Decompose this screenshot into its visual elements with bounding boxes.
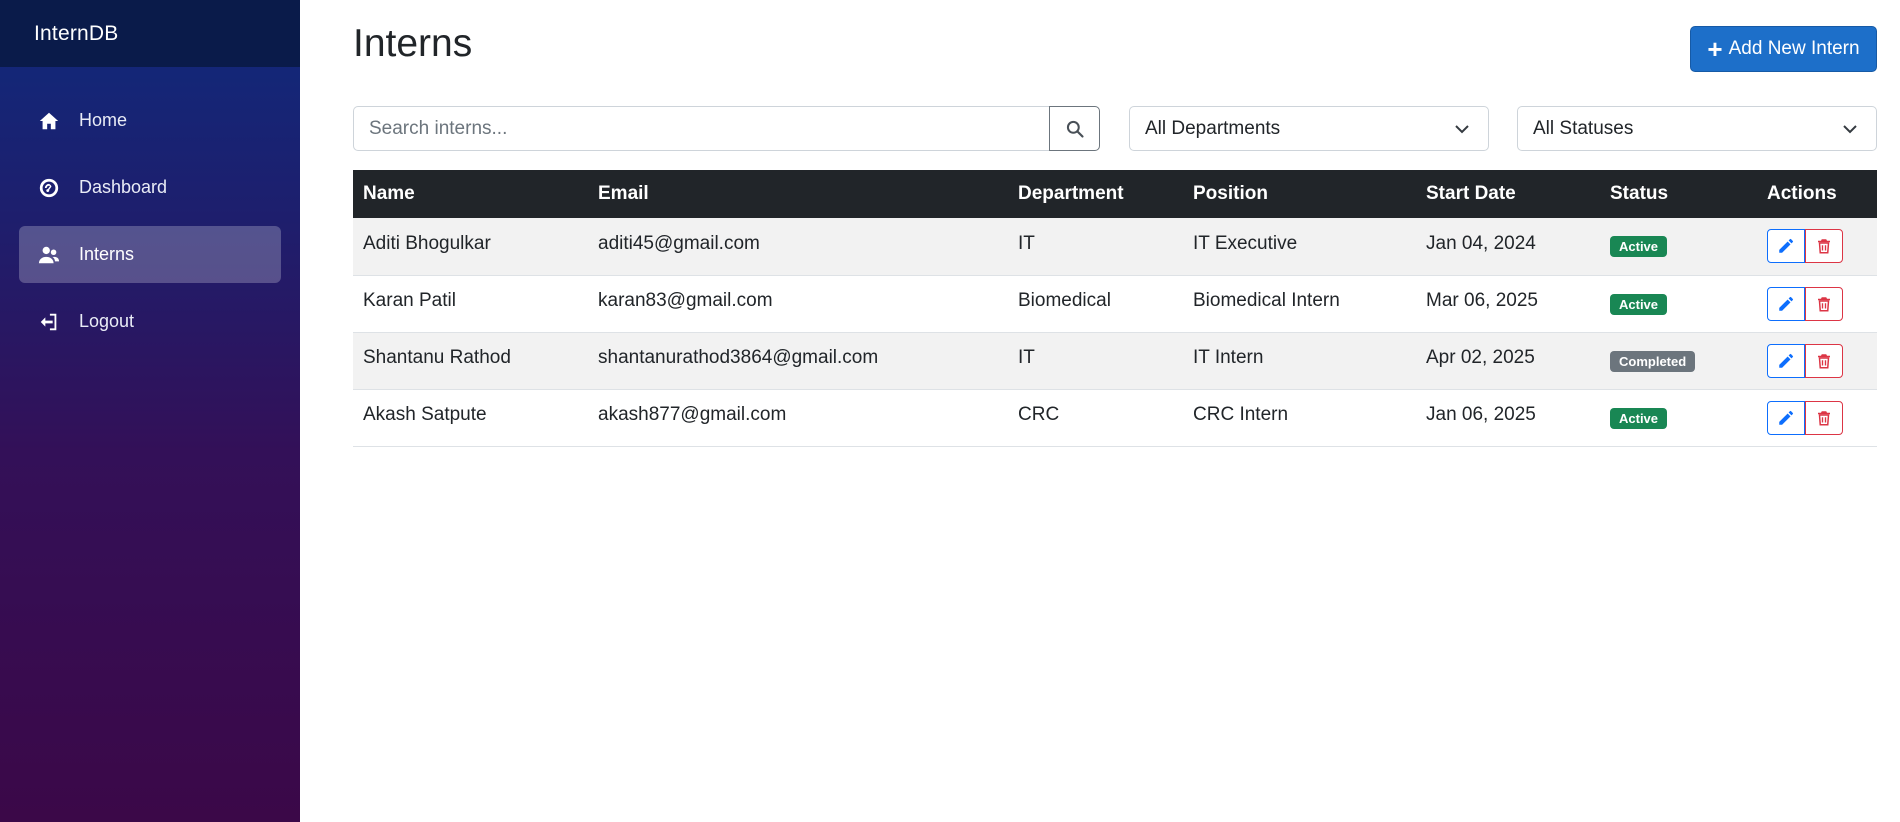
table-row[interactable]: Aditi Bhogulkar aditi45@gmail.com IT IT … — [353, 218, 1877, 275]
cell-start-date: Jan 04, 2024 — [1426, 232, 1536, 254]
page-title: Interns — [353, 22, 473, 65]
column-header-department[interactable]: Department — [1008, 170, 1183, 218]
cell-name: Shantanu Rathod — [363, 347, 511, 368]
status-badge: Active — [1610, 407, 1668, 429]
department-select-value: All Departments — [1145, 117, 1281, 139]
search-input[interactable] — [353, 106, 1049, 151]
column-header-status[interactable]: Status — [1600, 170, 1757, 218]
cell-status: Active — [1600, 218, 1757, 275]
search-group — [353, 106, 1100, 151]
cell-start-date: Jan 06, 2025 — [1426, 404, 1536, 425]
delete-button[interactable] — [1805, 229, 1843, 264]
delete-button[interactable] — [1805, 343, 1843, 378]
cell-actions — [1757, 332, 1877, 389]
trash-icon — [1818, 296, 1830, 311]
cell-department: IT — [1018, 232, 1035, 254]
search-button[interactable] — [1049, 106, 1100, 151]
interns-table: Name Email Department Position Start Dat… — [353, 170, 1877, 447]
table-row[interactable]: Shantanu Rathod shantanurathod3864@gmail… — [353, 332, 1877, 389]
home-icon — [37, 109, 61, 133]
logout-icon — [37, 310, 61, 334]
cell-position: CRC Intern — [1193, 404, 1289, 425]
sidebar-item-home[interactable]: Home — [19, 92, 281, 149]
table-row[interactable]: Karan Patil karan83@gmail.com Biomedical… — [353, 275, 1877, 332]
pencil-icon — [1779, 410, 1794, 425]
dashboard-icon — [37, 176, 61, 200]
pencil-icon — [1779, 296, 1794, 311]
sidebar-item-label: Dashboard — [79, 177, 168, 197]
sidebar: InternDB Home Dashboard Interns Logout — [0, 0, 300, 822]
cell-actions — [1757, 389, 1877, 446]
cell-name: Aditi Bhogulkar — [363, 232, 491, 254]
sidebar-item-label: Home — [79, 110, 128, 130]
column-header-email[interactable]: Email — [588, 170, 1008, 218]
column-header-position[interactable]: Position — [1183, 170, 1416, 218]
edit-button[interactable] — [1767, 286, 1805, 321]
cell-email: aditi45@gmail.com — [598, 232, 760, 254]
cell-department: IT — [1018, 347, 1035, 368]
edit-button[interactable] — [1767, 229, 1805, 264]
status-select[interactable]: All Statuses — [1517, 106, 1877, 151]
plus-icon: + — [1707, 34, 1723, 64]
pencil-icon — [1779, 353, 1794, 368]
chevron-down-icon — [1455, 125, 1469, 134]
brand-logo[interactable]: InternDB — [0, 0, 300, 67]
sidebar-nav: Home Dashboard Interns Logout — [0, 92, 300, 350]
search-icon — [1066, 120, 1084, 138]
trash-icon — [1818, 239, 1830, 254]
cell-start-date: Mar 06, 2025 — [1426, 290, 1538, 311]
cell-status: Completed — [1600, 332, 1757, 389]
pencil-icon — [1779, 239, 1794, 253]
status-select-value: All Statuses — [1533, 117, 1634, 139]
sidebar-item-dashboard[interactable]: Dashboard — [19, 159, 281, 216]
add-intern-label: Add New Intern — [1728, 38, 1860, 59]
delete-button[interactable] — [1805, 400, 1843, 435]
trash-icon — [1818, 410, 1830, 425]
cell-status: Active — [1600, 389, 1757, 446]
cell-department: Biomedical — [1018, 290, 1111, 311]
status-badge: Completed — [1610, 350, 1696, 372]
cell-email: shantanurathod3864@gmail.com — [598, 347, 879, 368]
cell-email: karan83@gmail.com — [598, 290, 773, 311]
column-header-name[interactable]: Name — [353, 170, 588, 218]
chevron-down-icon — [1843, 125, 1857, 134]
users-icon — [37, 243, 61, 267]
table-row[interactable]: Akash Satpute akash877@gmail.com CRC CRC… — [353, 389, 1877, 446]
sidebar-item-interns[interactable]: Interns — [19, 226, 281, 283]
status-badge: Active — [1610, 293, 1668, 315]
edit-button[interactable] — [1767, 400, 1805, 435]
cell-position: IT Intern — [1193, 347, 1264, 368]
cell-name: Karan Patil — [363, 290, 456, 311]
sidebar-item-logout[interactable]: Logout — [19, 293, 281, 350]
cell-position: IT Executive — [1193, 232, 1298, 254]
column-header-actions: Actions — [1767, 183, 1837, 204]
cell-actions — [1757, 218, 1877, 275]
delete-button[interactable] — [1805, 286, 1843, 321]
table-header-row: Name Email Department Position Start Dat… — [353, 170, 1877, 218]
cell-position: Biomedical Intern — [1193, 290, 1340, 311]
cell-email: akash877@gmail.com — [598, 404, 787, 425]
edit-button[interactable] — [1767, 343, 1805, 378]
cell-name: Akash Satpute — [363, 404, 487, 425]
sidebar-item-label: Interns — [79, 244, 135, 264]
add-intern-button[interactable]: + Add New Intern — [1690, 26, 1877, 72]
column-header-start-date[interactable]: Start Date — [1416, 170, 1600, 218]
cell-status: Active — [1600, 275, 1757, 332]
cell-actions — [1757, 275, 1877, 332]
department-select[interactable]: All Departments — [1129, 106, 1489, 151]
cell-start-date: Apr 02, 2025 — [1426, 347, 1535, 368]
cell-department: CRC — [1018, 404, 1060, 425]
status-badge: Active — [1610, 236, 1668, 258]
sidebar-item-label: Logout — [79, 311, 135, 331]
trash-icon — [1818, 353, 1830, 368]
